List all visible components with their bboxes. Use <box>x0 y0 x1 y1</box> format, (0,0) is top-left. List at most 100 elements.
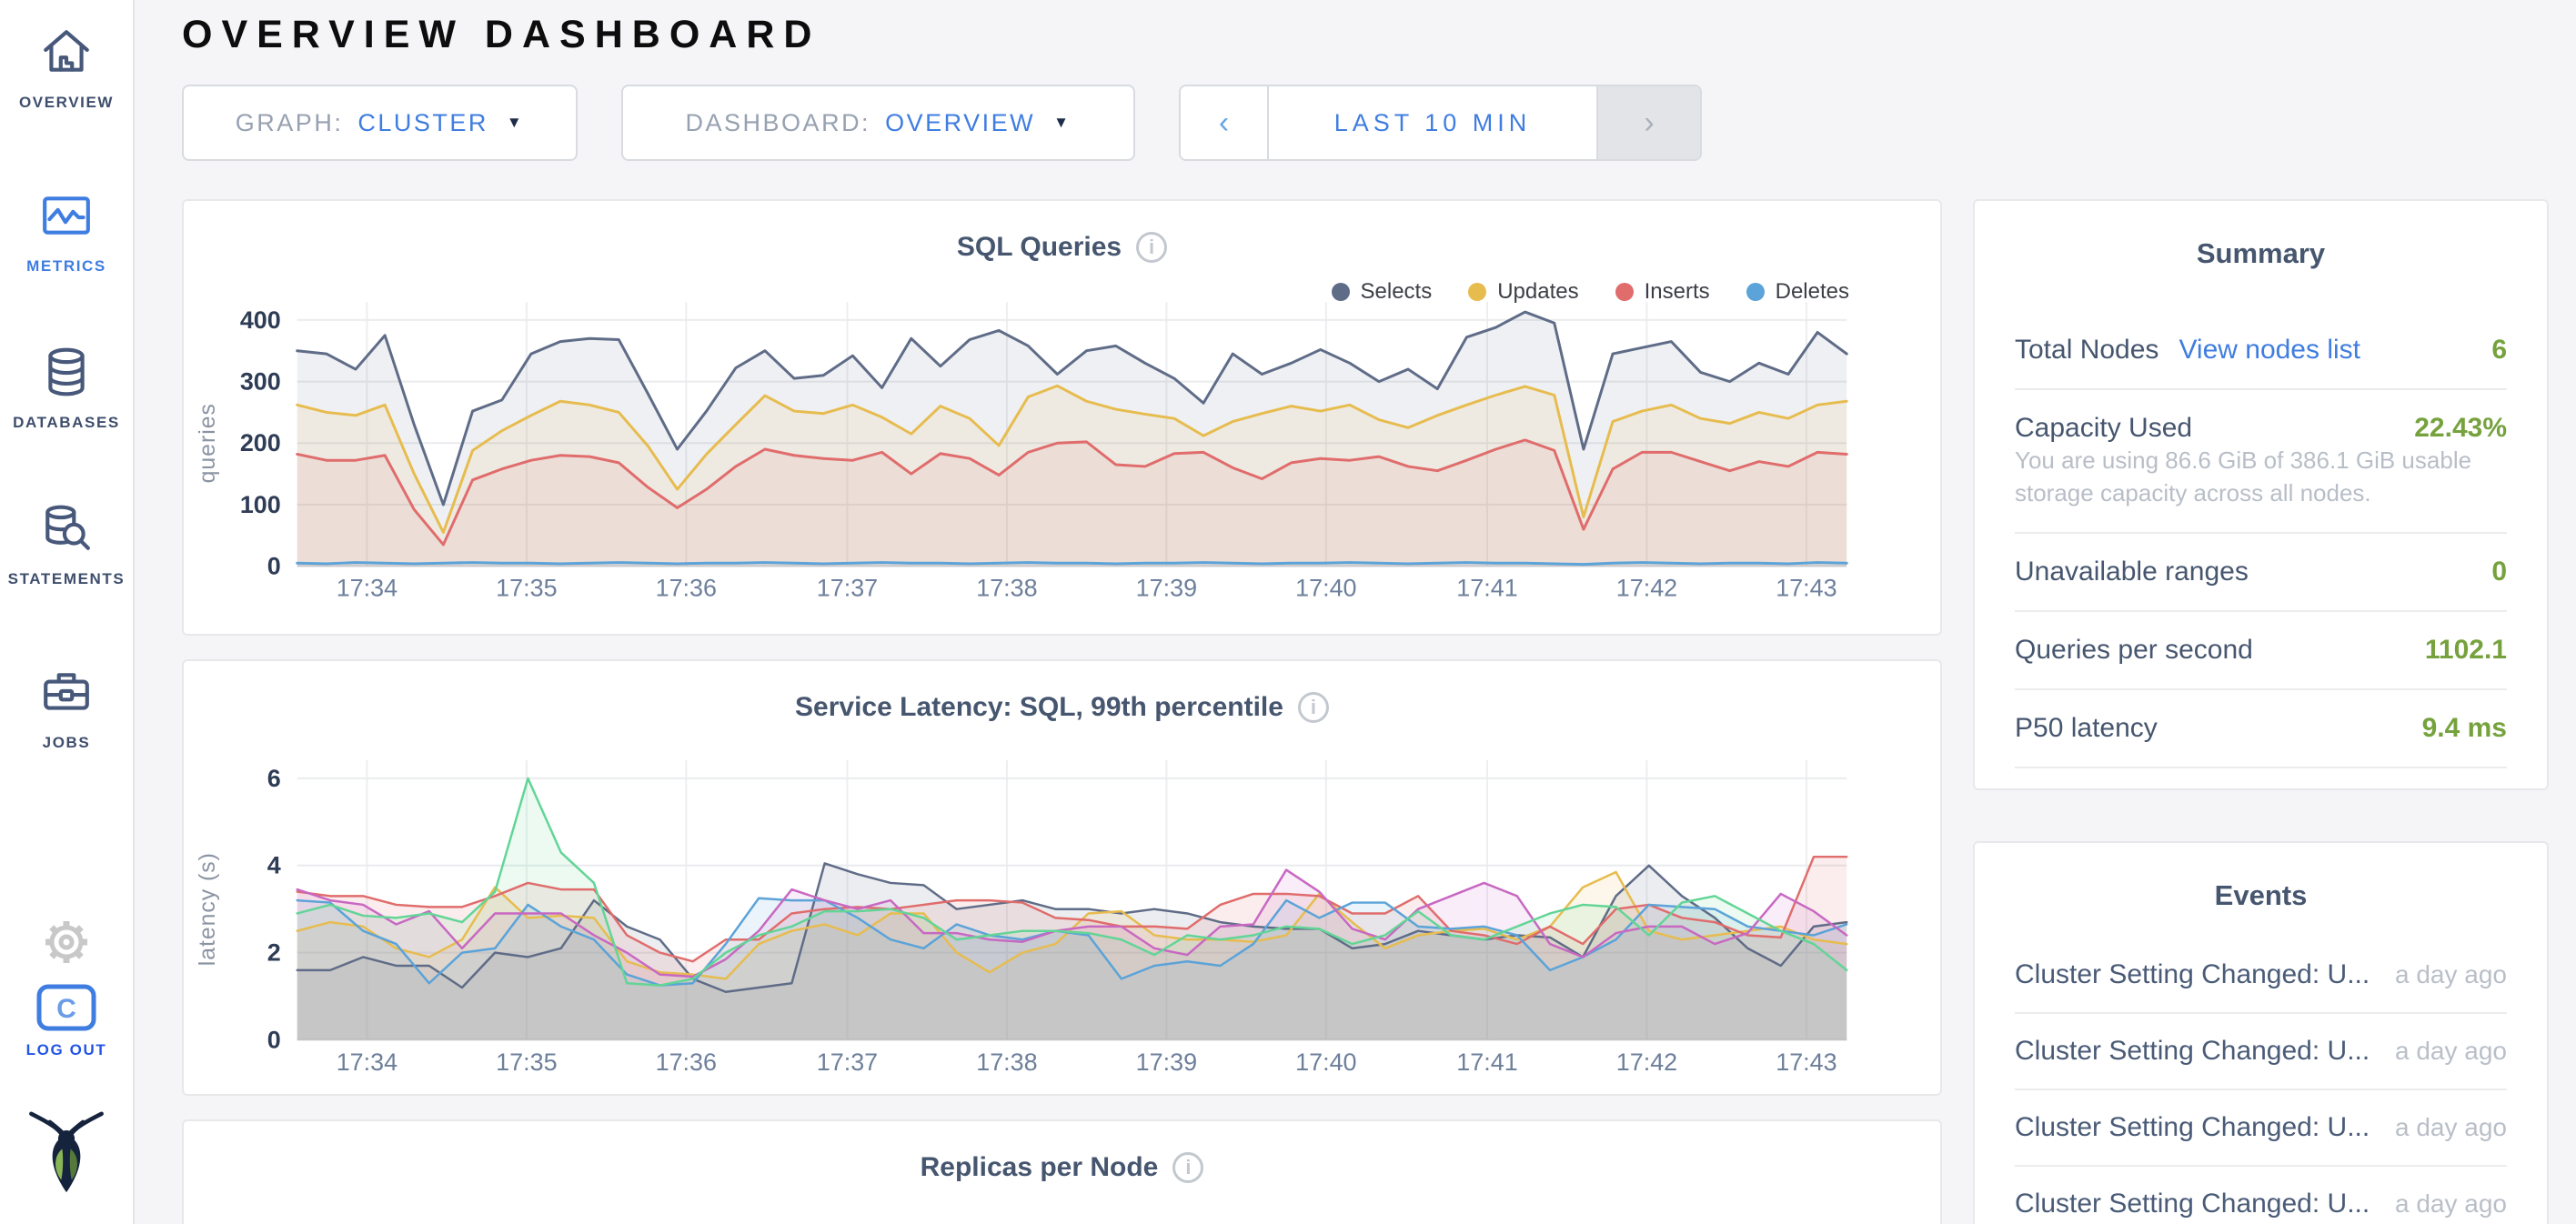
svg-text:17:37: 17:37 <box>817 574 878 601</box>
event-time: a day ago <box>2395 1189 2507 1219</box>
summary-panel: Summary Total Nodes View nodes list 6 Ca… <box>1973 199 2549 790</box>
legend-item[interactable]: Deletes <box>1746 279 1849 305</box>
sidebar: OVERVIEW METRICS DATABASES STATEMENTS J <box>0 0 135 1224</box>
graph-dropdown[interactable]: GRAPH: CLUSTER ▼ <box>182 85 578 161</box>
info-icon[interactable]: i <box>1298 692 1329 723</box>
svg-text:17:43: 17:43 <box>1776 574 1836 601</box>
info-icon[interactable]: i <box>1136 232 1167 263</box>
svg-text:17:35: 17:35 <box>496 574 557 601</box>
svg-text:0: 0 <box>267 553 281 580</box>
svg-text:17:38: 17:38 <box>976 1048 1037 1076</box>
chart-title: Service Latency: SQL, 99th percentile <box>795 692 1283 723</box>
summary-column: Summary Total Nodes View nodes list 6 Ca… <box>1973 199 2549 1224</box>
charts-column: SQL Queries i Selects Updates Inserts Delet… <box>182 199 1942 1224</box>
legend-label: Inserts <box>1645 279 1710 305</box>
svg-text:17:38: 17:38 <box>976 574 1037 601</box>
logout-icon: C <box>36 984 96 1036</box>
event-text: Cluster Setting Changed: U... <box>2015 1189 2370 1219</box>
sidebar-item-databases[interactable]: DATABASES <box>0 346 133 432</box>
sidebar-item-settings[interactable] <box>0 917 133 972</box>
svg-text:17:36: 17:36 <box>656 574 717 601</box>
sidebar-item-overview[interactable]: OVERVIEW <box>0 25 133 112</box>
jobs-icon <box>40 666 93 723</box>
legend-label: Selects <box>1361 279 1433 305</box>
summary-label: Queries per second <box>2015 635 2253 666</box>
svg-text:17:35: 17:35 <box>496 1048 557 1076</box>
legend-item[interactable]: Updates <box>1468 279 1578 305</box>
legend-dot <box>1746 283 1765 301</box>
events-title: Events <box>2015 879 2507 912</box>
event-row[interactable]: Cluster Setting Changed: U... a day ago <box>2015 1090 2507 1167</box>
info-icon[interactable]: i <box>1172 1152 1203 1183</box>
svg-text:17:43: 17:43 <box>1776 1048 1836 1076</box>
service-latency-chart: 17:3417:3517:3617:3717:3817:3917:4017:41… <box>184 661 1940 1094</box>
cockroach-logo[interactable] <box>0 1108 133 1203</box>
chevron-down-icon: ▼ <box>1053 114 1071 132</box>
replicas-per-node-chart-card: Replicas per Node i 1.6k <box>182 1119 1942 1224</box>
summary-row-total-nodes: Total Nodes View nodes list 6 <box>2015 312 2507 390</box>
svg-text:17:36: 17:36 <box>656 1048 717 1076</box>
page-title: OVERVIEW DASHBOARD <box>182 13 2576 57</box>
chart-title: SQL Queries <box>957 232 1122 263</box>
svg-text:2: 2 <box>267 939 281 967</box>
event-text: Cluster Setting Changed: U... <box>2015 1036 2370 1067</box>
event-time: a day ago <box>2395 1037 2507 1066</box>
summary-value: 0 <box>2491 557 2507 587</box>
legend-item[interactable]: Inserts <box>1615 279 1710 305</box>
sidebar-item-logout[interactable]: C LOG OUT <box>0 984 133 1059</box>
svg-text:17:40: 17:40 <box>1295 1048 1356 1076</box>
view-nodes-list-link[interactable]: View nodes list <box>2179 335 2360 366</box>
time-range-next-button[interactable]: › <box>1598 86 1700 159</box>
svg-text:400: 400 <box>240 306 281 334</box>
sidebar-item-label: DATABASES <box>13 414 120 432</box>
svg-text:200: 200 <box>240 429 281 456</box>
dashboard-dropdown[interactable]: DASHBOARD: OVERVIEW ▼ <box>621 85 1135 161</box>
statements-icon <box>40 502 93 559</box>
sidebar-item-label: STATEMENTS <box>8 570 126 588</box>
svg-text:300: 300 <box>240 368 281 396</box>
events-panel: Events Cluster Setting Changed: U... a d… <box>1973 841 2549 1224</box>
time-range-prev-button[interactable]: ‹ <box>1181 86 1267 159</box>
sidebar-item-statements[interactable]: STATEMENTS <box>0 502 133 588</box>
sidebar-item-label: OVERVIEW <box>19 94 114 112</box>
summary-value: 1102.1 <box>2425 635 2507 666</box>
sql-queries-chart-card: SQL Queries i Selects Updates Inserts Delet… <box>182 199 1942 636</box>
time-range-picker: ‹ LAST 10 MIN › <box>1179 85 1702 161</box>
summary-row-qps: Queries per second 1102.1 <box>2015 612 2507 690</box>
time-range-value[interactable]: LAST 10 MIN <box>1267 86 1598 159</box>
svg-text:latency (s): latency (s) <box>195 852 220 966</box>
chart-legend: Selects Updates Inserts Deletes <box>1332 279 1850 305</box>
gear-icon <box>41 917 92 972</box>
svg-text:17:37: 17:37 <box>817 1048 878 1076</box>
summary-row-unavailable-ranges: Unavailable ranges 0 <box>2015 534 2507 612</box>
event-row[interactable]: Cluster Setting Changed: U... a day ago <box>2015 1014 2507 1090</box>
chart-title: Replicas per Node <box>921 1152 1159 1183</box>
capacity-note: You are using 86.6 GiB of 386.1 GiB usab… <box>2015 444 2507 534</box>
event-text: Cluster Setting Changed: U... <box>2015 959 2370 990</box>
event-row[interactable]: Cluster Setting Changed: U... a day ago <box>2015 1167 2507 1224</box>
sidebar-item-metrics[interactable]: METRICS <box>0 189 133 276</box>
event-row[interactable]: Cluster Setting Changed: U... a day ago <box>2015 938 2507 1014</box>
graph-dropdown-label: GRAPH: <box>236 109 344 137</box>
summary-label: P50 latency <box>2015 713 2158 744</box>
sidebar-item-jobs[interactable]: JOBS <box>0 666 133 752</box>
summary-label: Total Nodes <box>2015 335 2158 366</box>
svg-text:17:42: 17:42 <box>1616 574 1677 601</box>
svg-text:4: 4 <box>267 852 281 879</box>
svg-text:17:42: 17:42 <box>1616 1048 1677 1076</box>
sidebar-item-label: LOG OUT <box>26 1041 107 1059</box>
sidebar-item-label: METRICS <box>26 257 106 276</box>
metrics-icon <box>40 189 93 246</box>
svg-text:C: C <box>56 994 76 1024</box>
summary-label: Unavailable ranges <box>2015 557 2249 587</box>
chevron-left-icon: ‹ <box>1219 105 1229 141</box>
summary-value: 9.4 ms <box>2422 713 2507 744</box>
svg-text:17:34: 17:34 <box>337 574 397 601</box>
home-icon <box>40 25 93 83</box>
event-text: Cluster Setting Changed: U... <box>2015 1112 2370 1143</box>
legend-label: Updates <box>1497 279 1578 305</box>
dashboard-dropdown-value: OVERVIEW <box>885 109 1035 137</box>
databases-icon <box>40 346 93 403</box>
legend-item[interactable]: Selects <box>1332 279 1433 305</box>
graph-dropdown-value: CLUSTER <box>357 109 488 137</box>
